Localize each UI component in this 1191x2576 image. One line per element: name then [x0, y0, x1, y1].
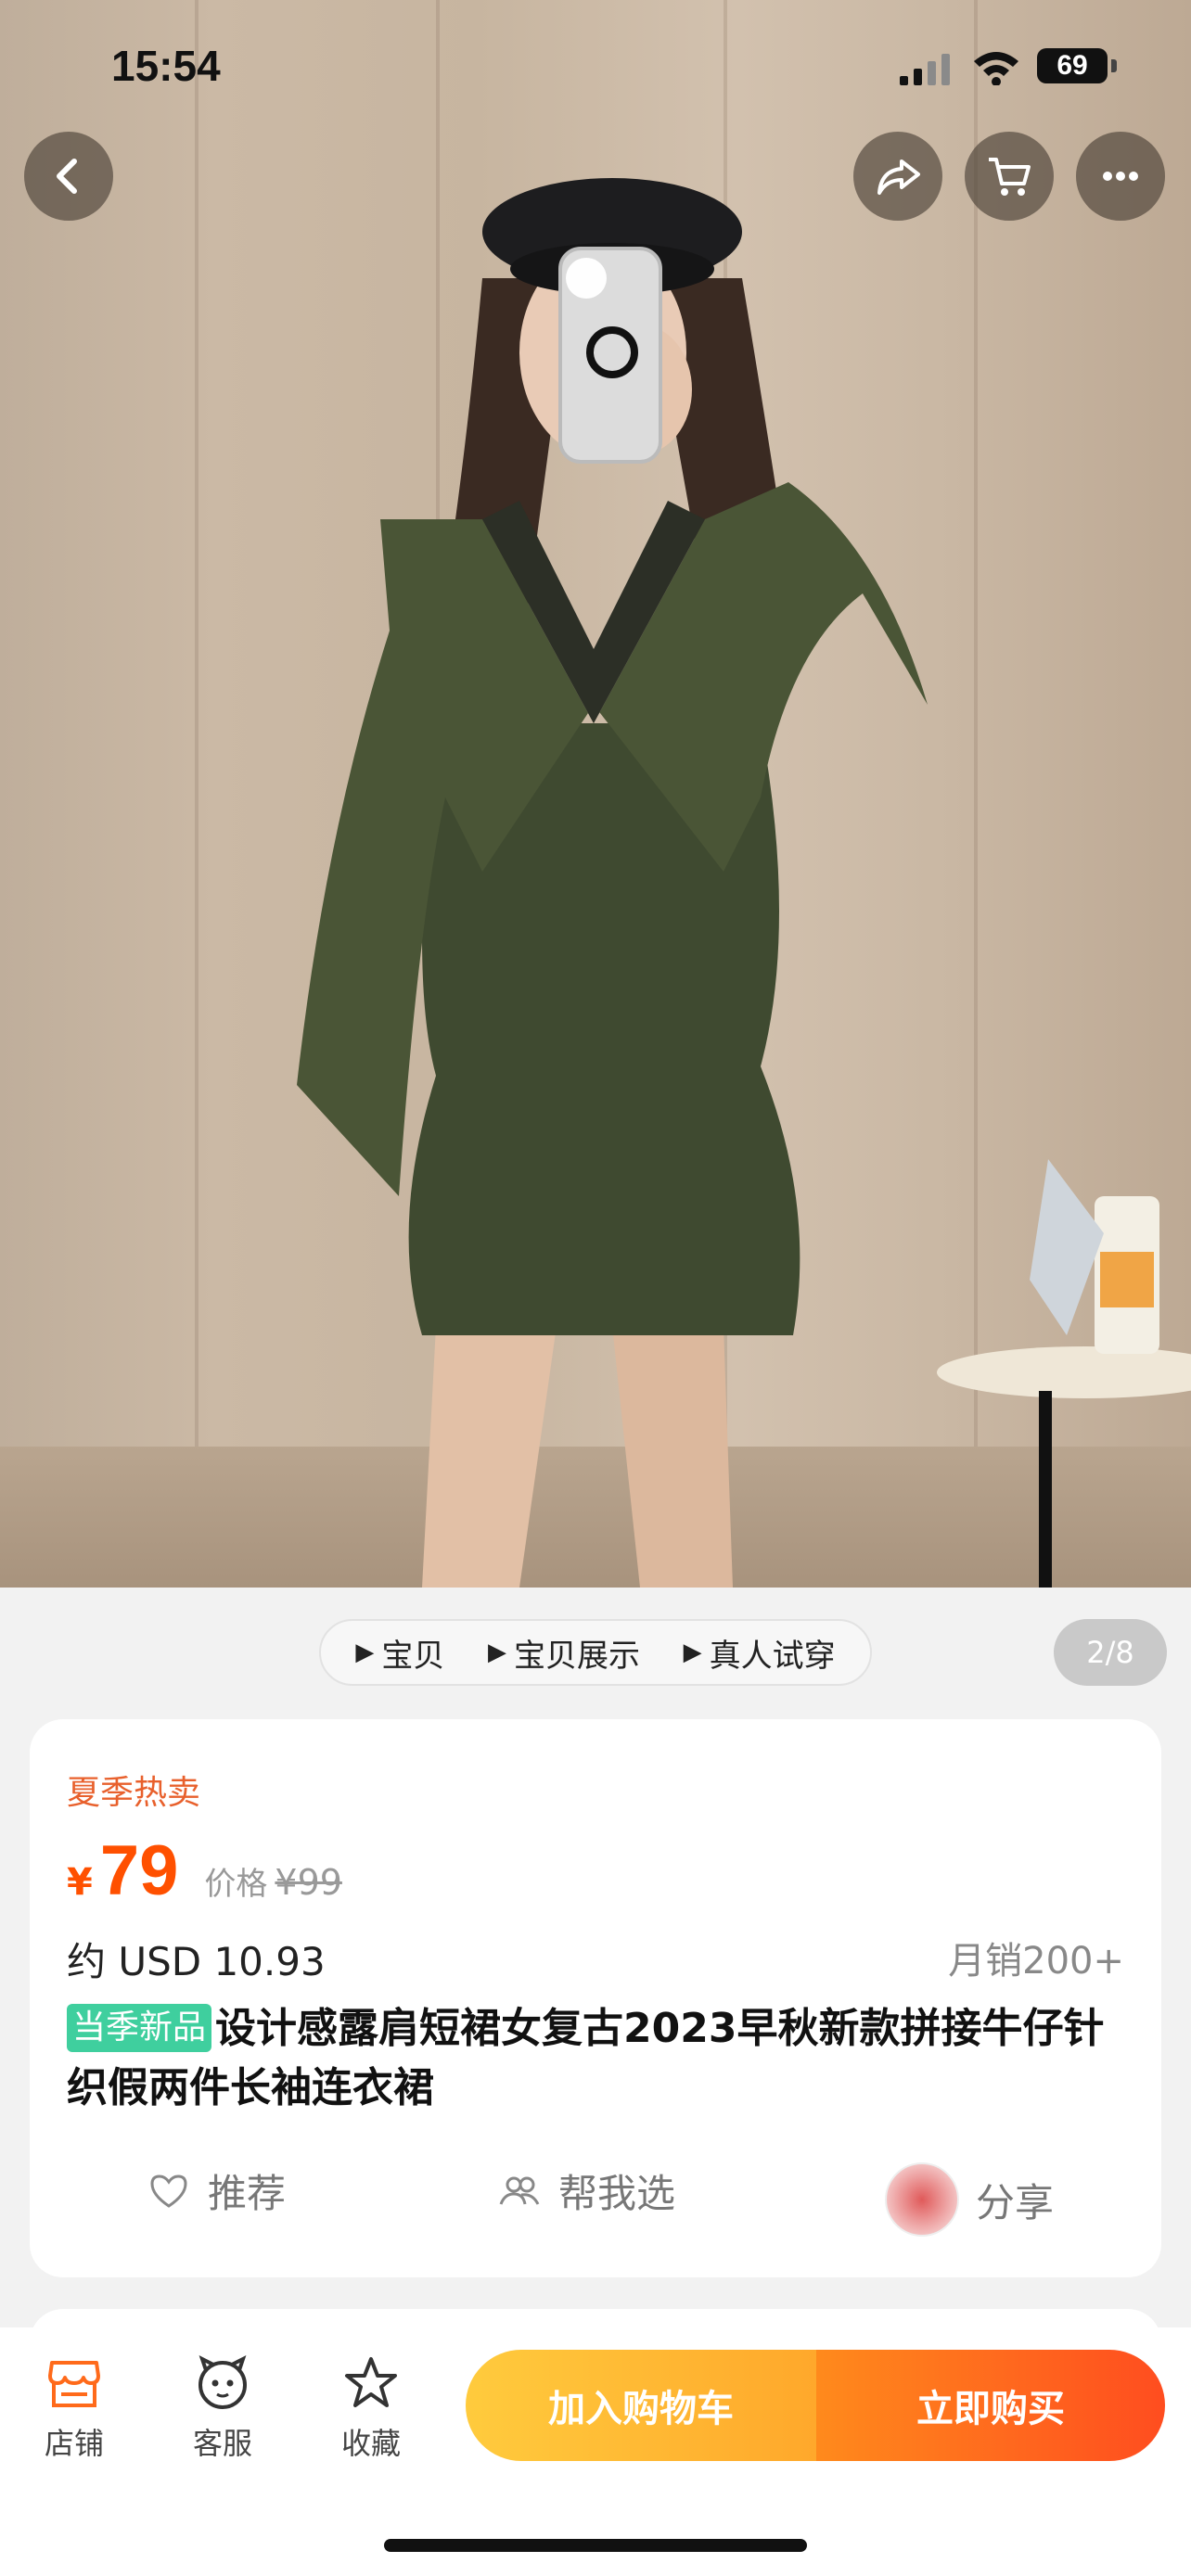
more-button[interactable]: [1076, 132, 1165, 221]
status-bar: 15:54 69: [0, 0, 1191, 130]
people-icon: [499, 2176, 540, 2205]
star-icon: [345, 2357, 397, 2407]
status-time: 15:54: [111, 42, 221, 90]
heart-icon: [150, 2174, 187, 2208]
currency-symbol: ¥: [67, 1861, 93, 1904]
avatar-icon: [885, 2162, 959, 2237]
usd-price: 约 USD 10.93: [67, 1939, 326, 1984]
new-arrival-badge: 当季新品: [67, 2004, 212, 2052]
play-icon: ▶: [683, 1639, 702, 1666]
share-label: 分享: [976, 2179, 1055, 2225]
favorite-button[interactable]: 收藏: [315, 2353, 427, 2463]
wifi-icon: [974, 52, 1018, 85]
cart-button[interactable]: [965, 132, 1054, 221]
gallery-tab-label: 宝贝展示: [513, 1637, 640, 1675]
price-row: ¥ 79 价格 ¥99: [67, 1830, 342, 1911]
home-indicator: [384, 2539, 807, 2552]
play-icon: ▶: [355, 1639, 375, 1666]
cart-icon: [989, 158, 1031, 196]
play-icon: ▶: [487, 1639, 506, 1666]
ellipsis-icon: [1103, 172, 1138, 181]
help-me-choose-label: 帮我选: [558, 2171, 676, 2216]
store-icon: [48, 2361, 100, 2407]
battery-indicator: 69: [1037, 48, 1108, 83]
model-figure: [297, 178, 1191, 1588]
service-face-icon: [198, 2355, 247, 2409]
recommend-label: 推荐: [208, 2171, 287, 2216]
promo-tag: 夏季热卖: [67, 1774, 201, 1812]
gallery-tab-tryon[interactable]: ▶ 真人试穿: [684, 1630, 836, 1676]
current-price: 79: [99, 1831, 179, 1910]
buy-now-button[interactable]: 立即购买: [816, 2350, 1165, 2461]
product-image[interactable]: 15:54 69: [0, 0, 1191, 1588]
chevron-left-icon: [57, 159, 77, 194]
add-to-cart-button[interactable]: 加入购物车: [466, 2350, 816, 2461]
gallery-tab-label: 宝贝: [381, 1637, 445, 1675]
monthly-sales: 月销200+: [948, 1940, 1124, 1983]
product-info-card: 夏季热卖 ¥ 79 价格 ¥99 约 USD 10.93 月销200+ 当季新品…: [30, 1719, 1161, 2277]
share-arrow-icon: [877, 159, 920, 195]
store-label: 店铺: [44, 2426, 104, 2461]
back-button[interactable]: [24, 132, 113, 221]
gallery-tab-item[interactable]: ▶ 宝贝: [355, 1630, 444, 1676]
gallery-tab-display[interactable]: ▶ 宝贝展示: [488, 1630, 640, 1676]
customer-service-button[interactable]: 客服: [167, 2353, 278, 2463]
service-label: 客服: [192, 2426, 252, 2461]
help-me-choose-button[interactable]: 帮我选: [497, 2162, 675, 2219]
product-title-text: 设计感露肩短裙女复古2023早秋新款拼接牛仔针织假两件长袖连衣裙: [67, 2005, 1105, 2111]
favorite-label: 收藏: [340, 2426, 401, 2461]
gallery-tab-label: 真人试穿: [709, 1637, 836, 1675]
share-button[interactable]: [853, 132, 942, 221]
battery-tip: [1111, 59, 1117, 72]
original-price: ¥99: [275, 1862, 342, 1903]
share-friends-button[interactable]: 分享: [885, 2162, 1054, 2237]
image-page-counter: 2/8: [1054, 1619, 1167, 1686]
original-price-label: 价格: [204, 1866, 268, 1903]
store-button[interactable]: 店铺: [19, 2353, 130, 2463]
recommend-button[interactable]: 推荐: [147, 2162, 286, 2219]
signal-icon: [900, 54, 950, 85]
product-title: 当季新品 设计感露肩短裙女复古2023早秋新款拼接牛仔针织假两件长袖连衣裙: [67, 1999, 1133, 2118]
gallery-tabs: ▶ 宝贝 ▶ 宝贝展示 ▶ 真人试穿: [319, 1619, 872, 1686]
